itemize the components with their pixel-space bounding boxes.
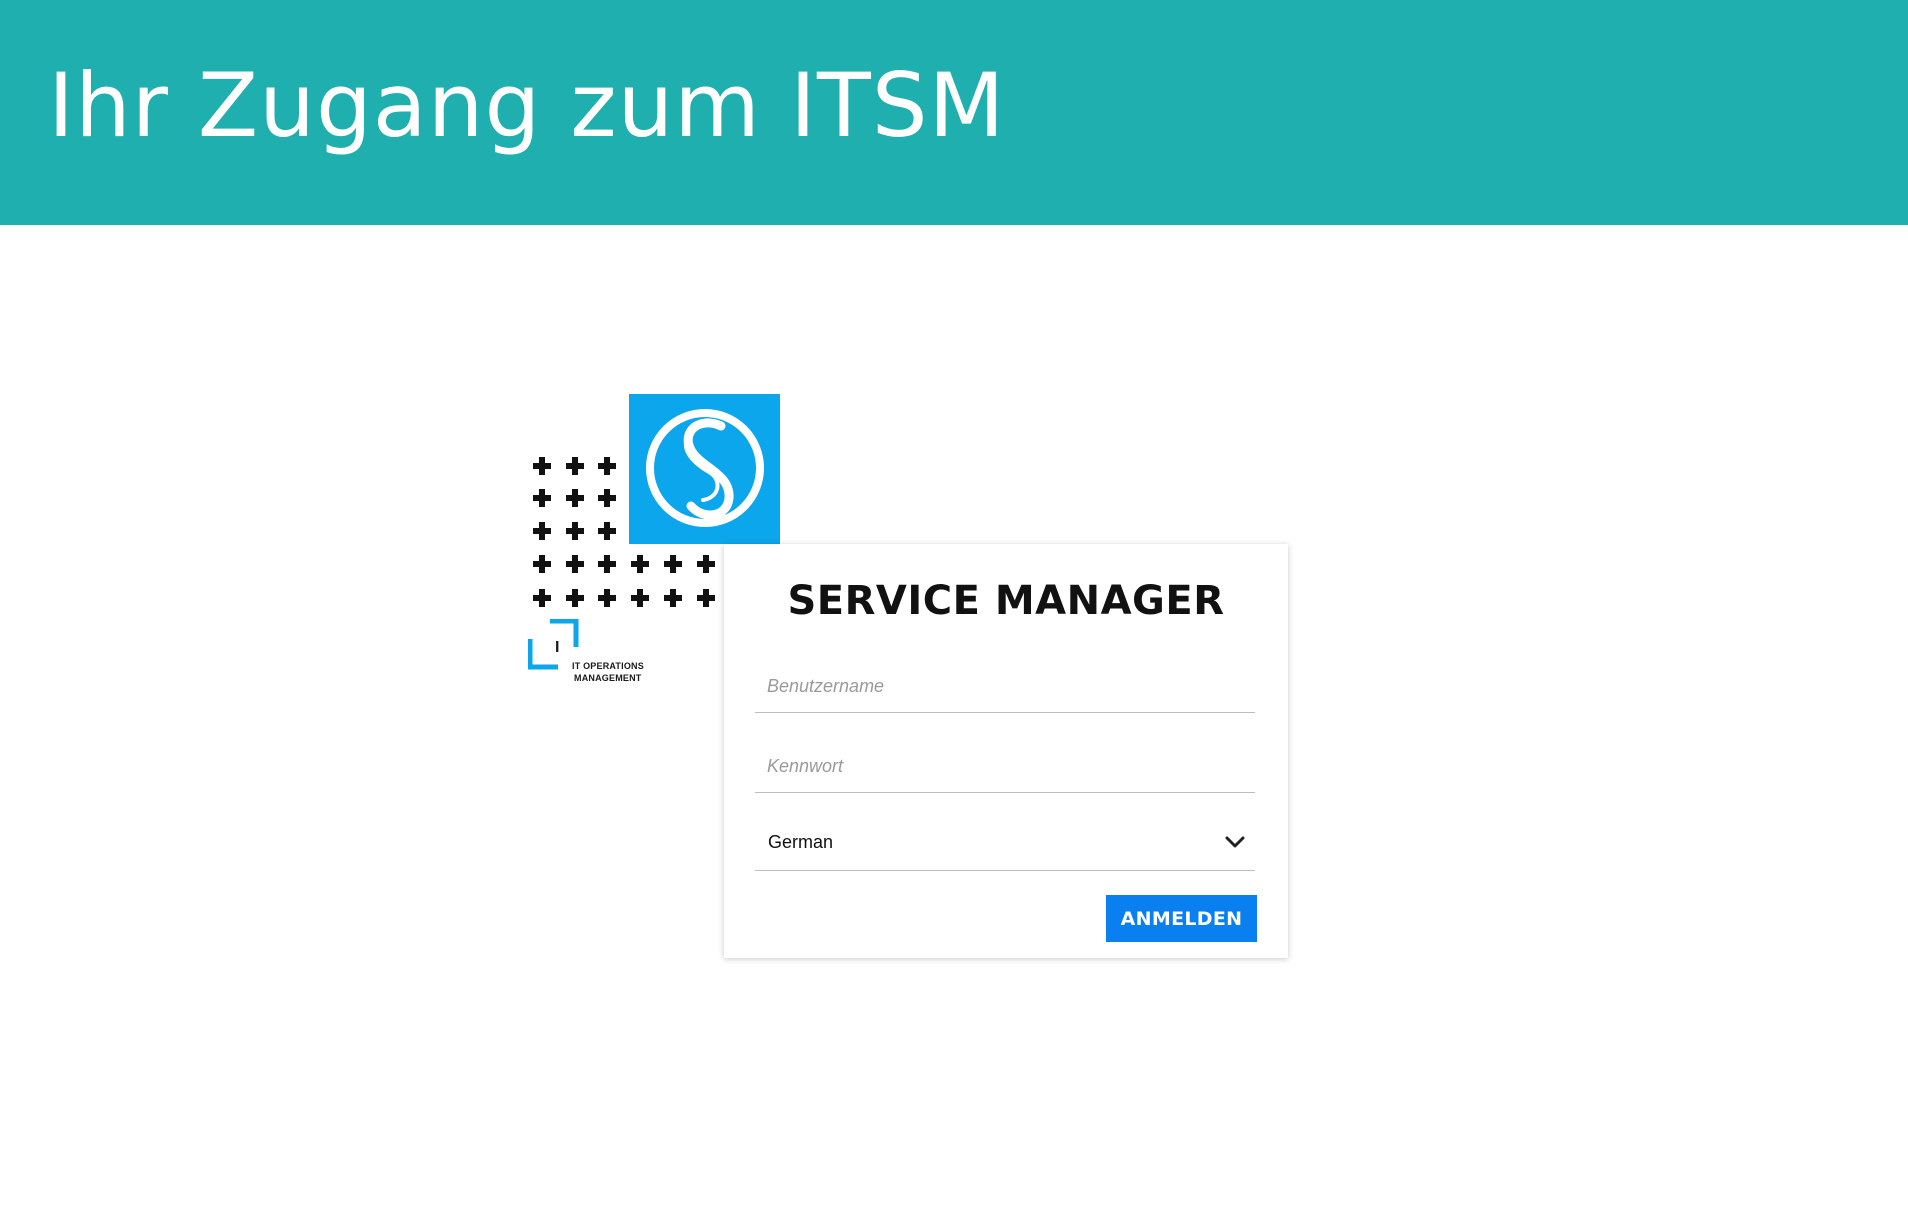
plus-icon <box>631 589 649 607</box>
s-swirl-icon <box>646 409 764 527</box>
itom-label-line2: MANAGEMENT <box>574 673 642 683</box>
plus-icon <box>598 457 616 475</box>
plus-icon <box>533 489 551 507</box>
itom-label-line1: IT OPERATIONS <box>572 661 644 671</box>
language-select[interactable]: German <box>755 818 1255 871</box>
plus-icon <box>631 555 649 573</box>
login-title: SERVICE MANAGER <box>787 578 1225 624</box>
plus-icon <box>697 555 715 573</box>
plus-icon <box>598 522 616 540</box>
itom-mark-letter: I <box>555 639 559 656</box>
plus-icon <box>598 489 616 507</box>
plus-icon <box>566 522 584 540</box>
plus-icon <box>664 555 682 573</box>
plus-icon <box>664 589 682 607</box>
header-banner: Ihr Zugang zum ITSM <box>0 0 1908 225</box>
plus-icon <box>566 555 584 573</box>
login-button[interactable]: ANMELDEN <box>1106 895 1257 942</box>
language-select-value: German <box>768 832 834 852</box>
plus-icon <box>598 589 616 607</box>
plus-icon <box>598 555 616 573</box>
plus-icon <box>566 489 584 507</box>
username-field[interactable] <box>755 660 1255 713</box>
chevron-down-icon[interactable] <box>1223 830 1247 854</box>
plus-icon <box>533 457 551 475</box>
plus-icon <box>533 522 551 540</box>
plus-icon <box>566 589 584 607</box>
itom-label: IT OPERATIONS MANAGEMENT <box>572 660 644 684</box>
username-input[interactable] <box>755 660 1255 712</box>
service-manager-logo <box>629 394 780 544</box>
plus-icon <box>533 555 551 573</box>
plus-icon <box>533 589 551 607</box>
password-input[interactable] <box>755 740 1255 792</box>
password-field[interactable] <box>755 740 1255 793</box>
page-title: Ihr Zugang zum ITSM <box>48 54 1006 157</box>
plus-icon <box>697 589 715 607</box>
plus-icon <box>566 457 584 475</box>
